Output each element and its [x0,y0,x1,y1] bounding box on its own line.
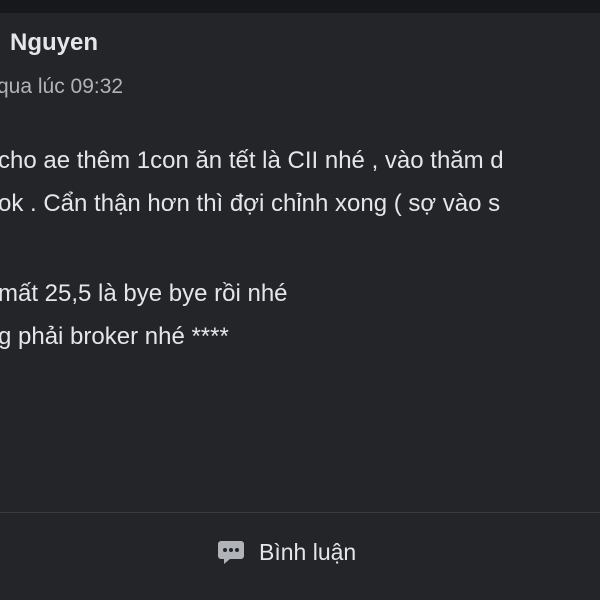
comment-bubble-icon [217,538,245,566]
post-text-line: cho ae thêm 1con ăn tết là CII nhé , vào… [0,147,504,174]
post-text-line: mất 25,5 là bye bye rồi nhé [0,280,288,307]
post-card: Nguyen qua lúc 09:32 cho ae thêm 1con ăn… [0,13,600,600]
post-author-name[interactable]: Nguyen [10,29,98,57]
post-text-line: g phải broker nhé **** [0,323,229,350]
actions-divider [0,512,600,513]
post-text-line: ok . Cẩn thận hơn thì đợi chỉnh xong ( s… [0,190,501,217]
comment-button-label: Bình luận [259,538,357,565]
top-strip [0,0,600,13]
comment-button[interactable]: Bình luận [205,528,368,576]
post-timestamp[interactable]: qua lúc 09:32 [0,75,123,99]
